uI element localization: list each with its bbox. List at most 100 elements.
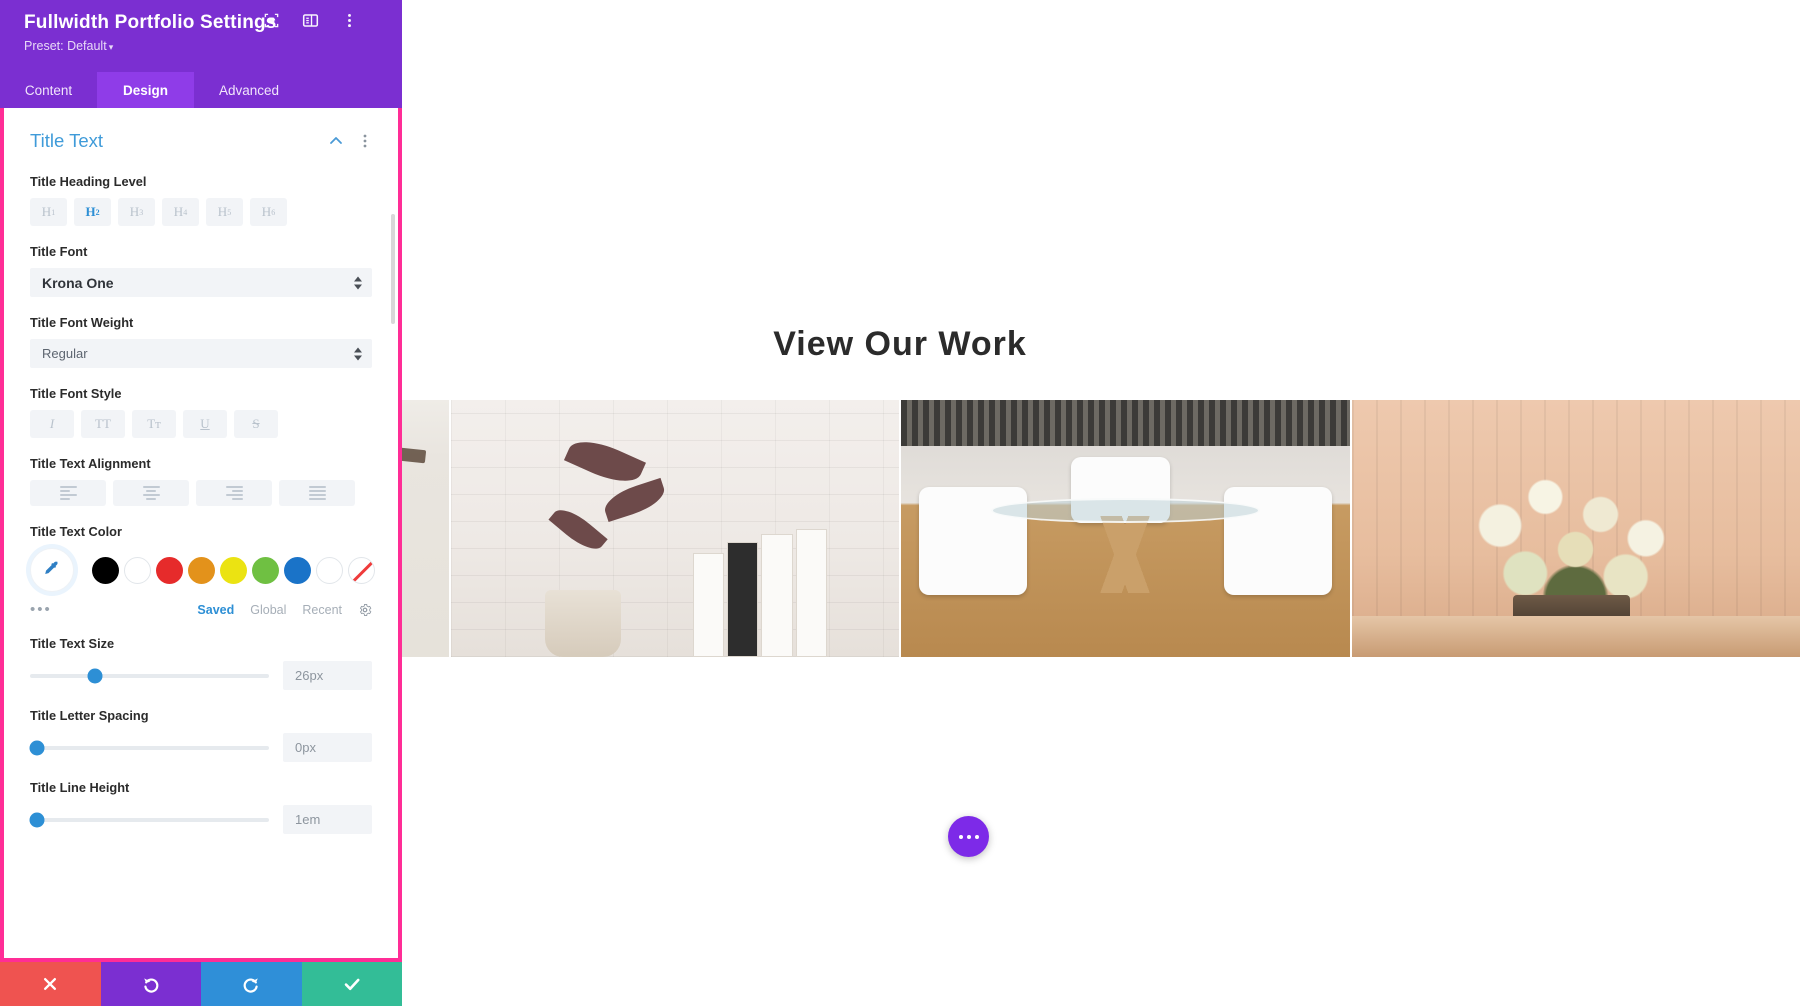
redo-button[interactable] [201, 962, 302, 1006]
responsive-view-icon[interactable] [263, 12, 280, 29]
decor-vase [544, 590, 621, 657]
swatch-white[interactable] [124, 556, 151, 584]
underline-icon: U [200, 416, 210, 431]
line-height-slider[interactable] [29, 812, 269, 827]
close-icon [44, 977, 57, 991]
decor-leaf [600, 478, 669, 523]
portfolio-item[interactable] [899, 400, 1350, 657]
heading-level-h1[interactable]: H1 [30, 198, 67, 226]
font-style-smallcaps[interactable]: Tт [132, 410, 176, 438]
modal-title: Fullwidth Portfolio Settings [24, 12, 277, 33]
color-tab-global[interactable]: Global [250, 603, 286, 617]
field-title-font-weight: Title Font Weight Regular [30, 297, 372, 368]
modal-header: Fullwidth Portfolio Settings Preset: Def… [0, 0, 402, 72]
color-tab-saved[interactable]: Saved [197, 603, 234, 617]
field-label: Title Font [30, 244, 88, 259]
line-height-value[interactable]: 1em [283, 805, 372, 834]
checkmark-icon [344, 978, 360, 991]
save-button[interactable] [301, 962, 402, 1006]
line-height-control: 1em [29, 805, 372, 834]
chevron-down-icon: ▾ [108, 42, 114, 52]
letter-spacing-control: 0px [29, 733, 372, 762]
dot [958, 834, 963, 839]
heading-level-h3[interactable]: H3 [118, 198, 155, 226]
color-picker-row [30, 548, 375, 592]
layout-panel-icon[interactable] [302, 12, 319, 29]
preset-selector[interactable]: Preset: Default ▾ [24, 39, 386, 53]
field-title-heading-level: Title Heading Level H1 H2 H3 H4 H5 H6 [30, 156, 372, 226]
more-colors-button[interactable]: ••• [30, 601, 52, 618]
text-alignment-options [30, 480, 372, 506]
align-center-button[interactable] [113, 480, 189, 506]
font-style-italic[interactable]: I [30, 410, 74, 438]
align-justify-button[interactable] [279, 480, 355, 506]
swatch-no-color[interactable] [348, 556, 375, 584]
section-title: Title Text [30, 130, 103, 151]
eyedropper-icon[interactable] [30, 548, 74, 592]
decor-table-top [990, 497, 1260, 524]
font-style-options: I TT Tт U S [30, 410, 372, 438]
tab-design[interactable]: Design [97, 72, 194, 108]
swatch-green[interactable] [252, 556, 279, 584]
more-options-fab[interactable] [948, 816, 989, 857]
font-style-uppercase[interactable]: TT [81, 410, 125, 438]
color-swatches [92, 556, 375, 584]
font-style-strikethrough[interactable]: S [234, 410, 278, 438]
decor-leaf [564, 432, 647, 492]
swatch-white-2[interactable] [316, 556, 343, 584]
chevron-up-icon[interactable] [328, 133, 344, 149]
swatch-red[interactable] [156, 556, 183, 584]
undo-icon [143, 978, 159, 993]
heading-level-h6[interactable]: H6 [250, 198, 287, 226]
portfolio-item[interactable] [1349, 400, 1800, 657]
text-size-control: 26px [30, 661, 372, 690]
field-title-text-color: Title Text Color ••• Saved Global Recent [30, 506, 375, 618]
section-actions [328, 133, 372, 149]
portfolio-item[interactable] [448, 400, 899, 657]
swatch-yellow[interactable] [220, 556, 247, 584]
decor-leaf [548, 502, 609, 558]
title-font-select[interactable]: Krona One [30, 268, 372, 297]
slider-knob[interactable] [87, 668, 103, 683]
preset-label: Preset: Default [24, 39, 107, 53]
slider-knob[interactable] [29, 740, 45, 755]
heading-level-h4[interactable]: H4 [162, 198, 199, 226]
module-settings-modal: Fullwidth Portfolio Settings Preset: Def… [0, 0, 402, 1006]
tab-content[interactable]: Content [0, 72, 97, 108]
kebab-menu-icon[interactable] [341, 12, 358, 29]
font-style-underline[interactable]: U [183, 410, 227, 438]
gear-icon[interactable] [358, 603, 372, 617]
heading-level-options: H1 H2 H3 H4 H5 H6 [30, 198, 372, 226]
select-arrows-icon [354, 347, 362, 360]
align-left-button[interactable] [30, 480, 106, 506]
kebab-menu-icon[interactable] [358, 133, 372, 149]
letter-spacing-slider[interactable] [29, 740, 269, 755]
slider-knob[interactable] [29, 812, 45, 827]
swatch-orange[interactable] [188, 556, 215, 584]
smallcaps-icon: Tт [147, 416, 161, 431]
settings-scroll-area: Title Text Title Heading Level H1 H 2 H … [4, 108, 398, 958]
heading-level-h2[interactable]: H2 [74, 198, 111, 226]
title-font-weight-select[interactable]: Regular [30, 339, 372, 368]
field-title-font-style: Title Font Style I TT Tт U S [30, 368, 372, 438]
heading-level-h5[interactable]: H5 [206, 198, 243, 226]
text-size-slider[interactable] [30, 668, 269, 683]
title-font-value: Krona One [42, 274, 114, 291]
color-tab-recent[interactable]: Recent [302, 603, 342, 617]
modal-body-frame: Title Text Title Heading Level H1 H 2 H … [0, 108, 402, 962]
text-size-value[interactable]: 26px [283, 661, 372, 690]
field-label: Title Heading Level [30, 174, 147, 189]
field-title-letter-spacing: Title Letter Spacing 0px [29, 690, 372, 762]
cancel-button[interactable] [0, 962, 101, 1006]
undo-button[interactable] [100, 962, 201, 1006]
swatch-blue[interactable] [284, 556, 311, 584]
tab-advanced[interactable]: Advanced [194, 72, 304, 108]
align-right-button[interactable] [196, 480, 272, 506]
scrollbar-thumb[interactable] [391, 214, 395, 324]
color-picker-footer: ••• Saved Global Recent [30, 601, 372, 618]
letter-spacing-value[interactable]: 0px [283, 733, 372, 762]
dot [974, 834, 979, 839]
modal-header-icons [263, 12, 358, 29]
title-font-weight-value: Regular [42, 346, 88, 361]
swatch-black[interactable] [92, 556, 119, 584]
